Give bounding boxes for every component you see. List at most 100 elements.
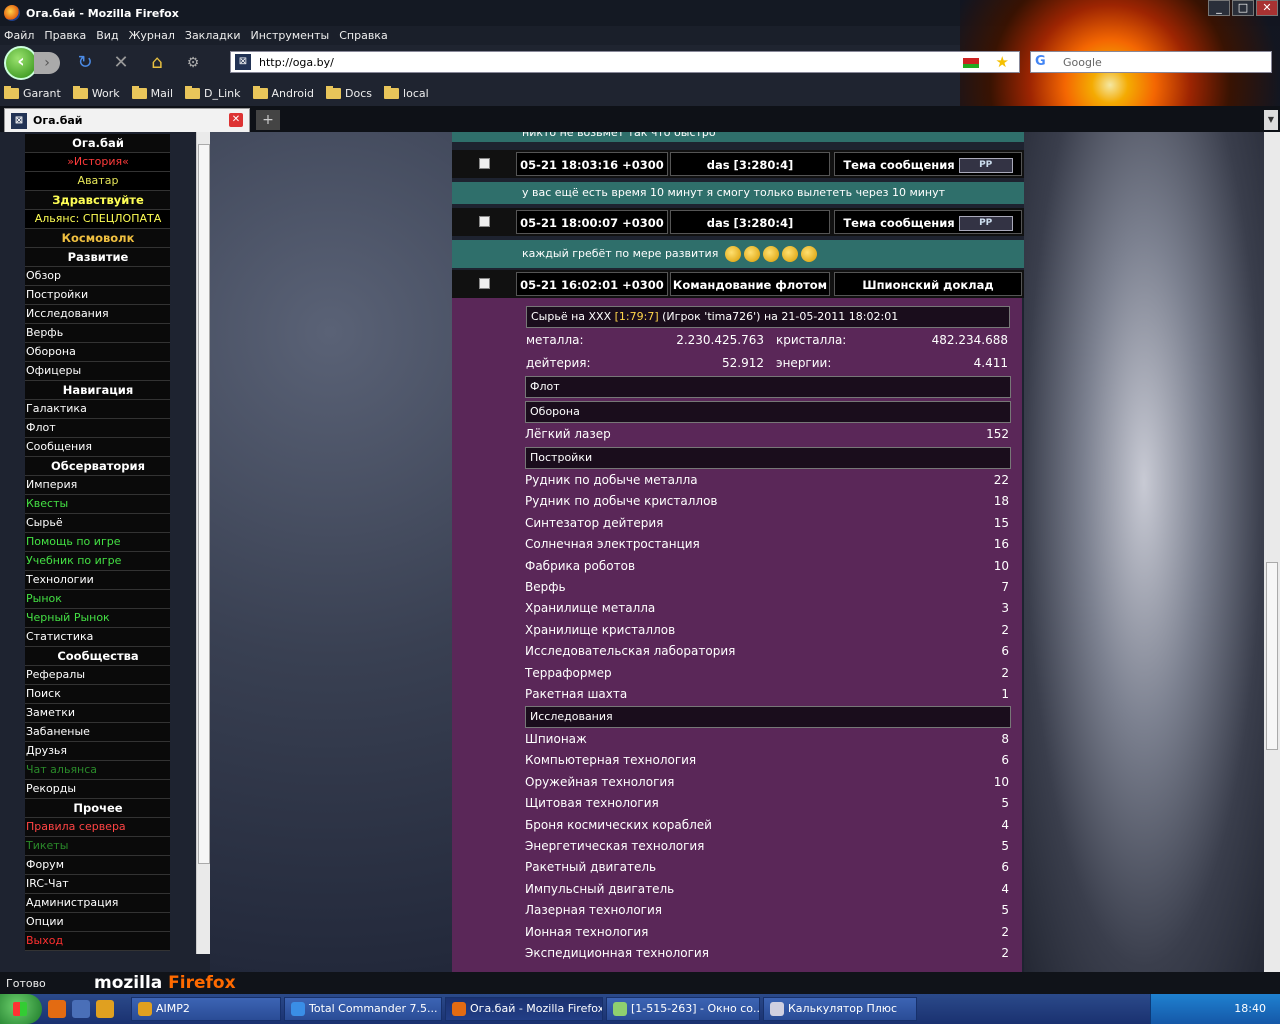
back-button[interactable]: ‹: [4, 46, 38, 80]
sidebar-item[interactable]: Опции: [25, 913, 170, 932]
new-tab-button[interactable]: +: [256, 110, 280, 130]
page-scrollbar[interactable]: [1264, 132, 1280, 972]
aimp-quicklaunch-icon[interactable]: [96, 1000, 114, 1018]
start-button[interactable]: [0, 994, 42, 1024]
sidebar-item[interactable]: Сообщения: [25, 438, 170, 457]
reload-icon[interactable]: ↻: [74, 52, 96, 74]
item-name: Ракетный двигатель: [525, 860, 657, 875]
taskbar-button-4[interactable]: Калькулятор Плюс: [763, 997, 917, 1021]
taskbar-button-1[interactable]: Total Commander 7.5...: [284, 997, 442, 1021]
sidebar-item[interactable]: »История«: [25, 153, 170, 172]
sidebar-item[interactable]: Черный Рынок: [25, 609, 170, 628]
sidebar-item[interactable]: Верфь: [25, 324, 170, 343]
sidebar-item[interactable]: Чат альянса: [25, 761, 170, 780]
save-quicklaunch-icon[interactable]: [72, 1000, 90, 1018]
menu-item-5[interactable]: Инструменты: [251, 29, 330, 42]
sidebar-item[interactable]: Исследования: [25, 305, 170, 324]
sidebar-item[interactable]: Квесты: [25, 495, 170, 514]
message-header-row: 05-21 16:02:01 +0300 Командование флотом…: [452, 270, 1024, 298]
sidebar-item[interactable]: Форум: [25, 856, 170, 875]
sidebar-item[interactable]: Галактика: [25, 400, 170, 419]
taskbar-button-2[interactable]: Ога.бай - Mozilla Firefox: [445, 997, 603, 1021]
maximize-button[interactable]: □: [1232, 0, 1254, 16]
tools-icon[interactable]: ⚙: [182, 52, 204, 74]
sidebar-item[interactable]: Обзор: [25, 267, 170, 286]
taskbar-button-3[interactable]: [1-515-263] - Окно со...: [606, 997, 760, 1021]
sidebar-item[interactable]: Администрация: [25, 894, 170, 913]
report-item: Хранилище кристаллов 2: [525, 620, 1009, 640]
report-coords-link[interactable]: [1:79:7]: [615, 310, 659, 323]
tab-active[interactable]: ⊠ Ога.бай ✕: [4, 108, 250, 132]
list-all-tabs-button[interactable]: ▼: [1264, 110, 1278, 130]
message-checkbox[interactable]: [479, 158, 490, 169]
message-checkbox[interactable]: [479, 216, 490, 227]
resource-value: 482.234.688: [931, 333, 1008, 347]
sidebar-item[interactable]: Правила сервера: [25, 818, 170, 837]
navigation-toolbar: ‹ › ↻ ✕ ⌂ ⚙ ⊠ http://oga.by/ ★ G Google: [0, 45, 1280, 81]
sidebar-item[interactable]: Выход: [25, 932, 170, 951]
sidebar-item[interactable]: Учебник по игре: [25, 552, 170, 571]
sidebar-item[interactable]: IRC-Чат: [25, 875, 170, 894]
sidebar-item[interactable]: Оборона: [25, 343, 170, 362]
menu-item-4[interactable]: Закладки: [185, 29, 241, 42]
sidebar-item[interactable]: Рынок: [25, 590, 170, 609]
bookmark-work[interactable]: Work: [72, 85, 120, 100]
menu-item-6[interactable]: Справка: [339, 29, 387, 42]
folder-icon: [384, 85, 400, 99]
sidebar-item[interactable]: Флот: [25, 419, 170, 438]
sidebar-item[interactable]: Рекорды: [25, 780, 170, 799]
sidebar-item[interactable]: Забаненые: [25, 723, 170, 742]
scrollbar-thumb[interactable]: [1266, 562, 1278, 750]
sidebar-item[interactable]: Технологии: [25, 571, 170, 590]
message-text: каждый гребёт по мере развития: [522, 247, 719, 260]
message-header-row: 05-21 18:03:16 +0300 das [3:280:4] Тема …: [452, 150, 1024, 178]
bookmark-local[interactable]: local: [384, 85, 429, 100]
sidebar-item[interactable]: Рефералы: [25, 666, 170, 685]
bookmark-star-icon[interactable]: ★: [996, 53, 1009, 71]
sidebar-item[interactable]: Статистика: [25, 628, 170, 647]
menu-item-3[interactable]: Журнал: [129, 29, 175, 42]
forward-button[interactable]: ›: [34, 52, 60, 74]
minimize-button[interactable]: _: [1208, 0, 1230, 16]
search-input[interactable]: G Google: [1030, 51, 1272, 73]
sidebar-item[interactable]: Аватар: [25, 172, 170, 191]
sidebar-item[interactable]: Тикеты: [25, 837, 170, 856]
sidebar-item[interactable]: Офицеры: [25, 362, 170, 381]
scrollbar-thumb[interactable]: [198, 144, 210, 864]
menu-item-0[interactable]: Файл: [4, 29, 34, 42]
url-bar[interactable]: ⊠ http://oga.by/ ★: [230, 51, 1020, 73]
bookmark-d_link[interactable]: D_Link: [185, 85, 241, 100]
sidebar-scrollbar[interactable]: [196, 132, 210, 954]
flag-icon: [963, 58, 979, 68]
sidebar-item[interactable]: Заметки: [25, 704, 170, 723]
bookmark-docs[interactable]: Docs: [326, 85, 372, 100]
sidebar-item[interactable]: Империя: [25, 476, 170, 495]
home-icon[interactable]: ⌂: [146, 52, 168, 74]
bookmark-android[interactable]: Android: [252, 85, 314, 100]
taskbar-button-0[interactable]: AIMP2: [131, 997, 281, 1021]
stop-icon[interactable]: ✕: [110, 52, 132, 74]
message-text: у вас ещё есть время 10 минут я смогу то…: [452, 182, 1024, 204]
message-list: никто не возьмет так что быстро 05-21 18…: [452, 132, 1024, 972]
menu-item-2[interactable]: Вид: [96, 29, 118, 42]
message-from: Командование флотом: [670, 272, 830, 296]
resource-label: дейтерия:: [526, 356, 591, 370]
bookmark-garant[interactable]: Garant: [4, 85, 61, 100]
sidebar-item[interactable]: Постройки: [25, 286, 170, 305]
reply-pm-button[interactable]: PP: [958, 158, 1013, 173]
sidebar-item[interactable]: Друзья: [25, 742, 170, 761]
sidebar-item[interactable]: Сырьё: [25, 514, 170, 533]
close-button[interactable]: ✕: [1256, 0, 1278, 16]
message-subject: Шпионский доклад: [834, 272, 1022, 296]
bookmark-mail[interactable]: Mail: [131, 85, 173, 100]
tab-close-icon[interactable]: ✕: [229, 113, 243, 127]
firefox-quicklaunch-icon[interactable]: [48, 1000, 66, 1018]
sidebar-item[interactable]: Поиск: [25, 685, 170, 704]
item-value: 6: [1001, 753, 1009, 768]
reply-pm-button[interactable]: PP: [958, 216, 1013, 231]
page-content: Ога.бай »История« Аватар Здравствуйте Альянс…: [0, 132, 1280, 972]
message-date: 05-21 16:02:01 +0300: [516, 272, 668, 296]
menu-item-1[interactable]: Правка: [44, 29, 86, 42]
message-checkbox[interactable]: [479, 278, 490, 289]
sidebar-item[interactable]: Помощь по игре: [25, 533, 170, 552]
